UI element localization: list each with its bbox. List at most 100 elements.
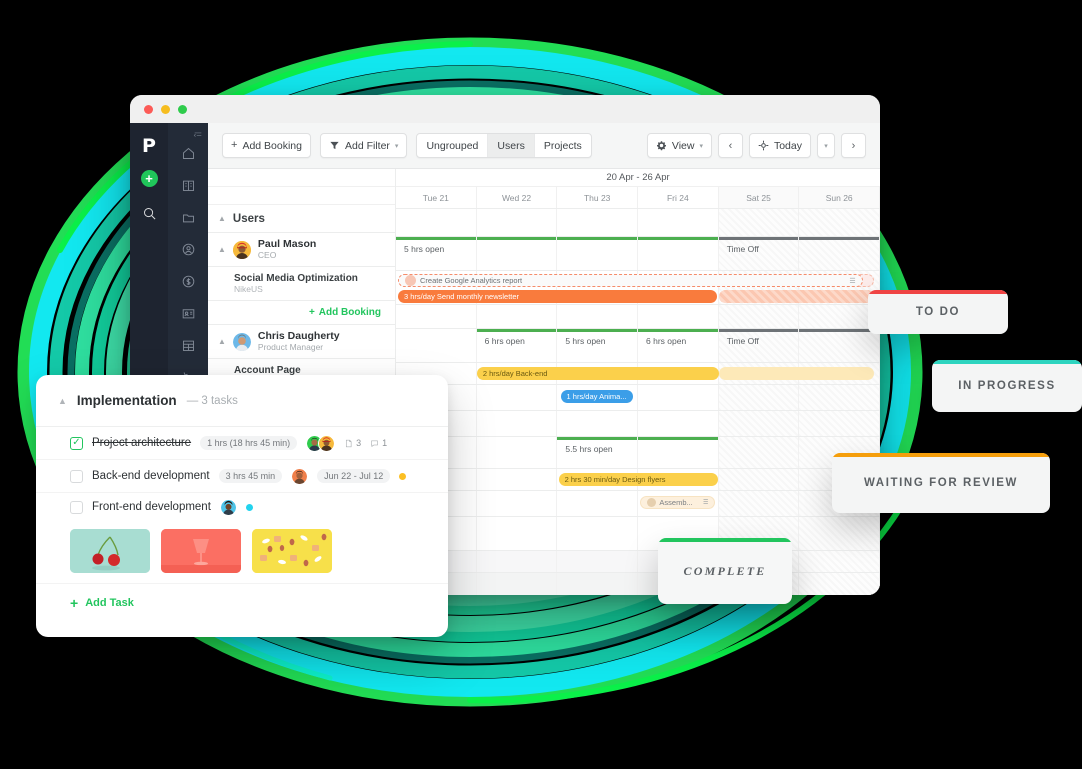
- booking-row: 2 hrs 30 min/day Design flyers: [396, 469, 880, 491]
- availability-cell[interactable]: [396, 329, 477, 362]
- maximize-button[interactable]: [178, 105, 187, 114]
- status-card-in-progress[interactable]: IN PROGRESS: [932, 360, 1082, 412]
- cherries-photo[interactable]: [70, 529, 150, 573]
- search-icon[interactable]: [136, 201, 162, 225]
- task-checkbox[interactable]: [70, 469, 83, 483]
- segment-projects[interactable]: Projects: [535, 134, 591, 157]
- availability-cell[interactable]: [638, 237, 719, 270]
- add-booking-row[interactable]: + Add Booking: [208, 301, 395, 325]
- availability-bar: [557, 237, 638, 240]
- comment-meta[interactable]: 1: [370, 438, 387, 448]
- booking-chip[interactable]: Create Google Analytics report ☰: [398, 274, 863, 287]
- filter-icon: [330, 141, 339, 150]
- task-date-range[interactable]: Jun 22 - Jul 12: [317, 469, 391, 483]
- status-card-complete[interactable]: COMPLETE: [658, 538, 792, 604]
- add-booking-inline-button[interactable]: + Add Booking: [309, 307, 381, 318]
- group-header-users[interactable]: ▲ Users: [208, 205, 395, 233]
- status-accent-bar: [658, 538, 792, 542]
- availability-cell[interactable]: [477, 437, 558, 468]
- note-icon[interactable]: ☰: [703, 499, 708, 506]
- availability-cell[interactable]: [799, 329, 880, 362]
- availability-cell[interactable]: [476, 237, 558, 270]
- grid-cell: [557, 491, 639, 516]
- task-assignees[interactable]: [219, 498, 237, 516]
- availability-bar: [557, 329, 638, 332]
- task-assignees[interactable]: [306, 434, 336, 452]
- next-period-button[interactable]: ›: [841, 133, 866, 158]
- add-booking-inline-label: Add Booking: [318, 307, 381, 318]
- segment-ungrouped[interactable]: Ungrouped: [417, 134, 489, 157]
- comment-count: 1: [382, 438, 388, 448]
- task-assignees[interactable]: [291, 467, 309, 485]
- availability-cell[interactable]: [718, 437, 800, 468]
- booking-chip[interactable]: 2 hrs 30 min/day Design flyers: [558, 473, 719, 486]
- note-icon[interactable]: ☰: [849, 277, 855, 285]
- add-task-button[interactable]: + Add Task: [36, 584, 448, 610]
- grid-cell: [638, 385, 719, 410]
- app-logo[interactable]: P: [142, 137, 156, 156]
- status-card-waiting-for-review[interactable]: WAITING FOR REVIEW: [832, 453, 1050, 513]
- add-booking-label: Add Booking: [242, 139, 302, 152]
- global-add-button[interactable]: +: [140, 170, 158, 187]
- chevron-up-icon[interactable]: ▲: [58, 396, 67, 406]
- today-dropdown-button[interactable]: ▾: [817, 133, 835, 158]
- task-checkbox[interactable]: ✓: [70, 436, 83, 450]
- previous-period-button[interactable]: ‹: [717, 133, 743, 158]
- home-icon[interactable]: [175, 141, 201, 165]
- availability-cell[interactable]: 5.5 hrs open: [557, 437, 639, 468]
- today-button[interactable]: Today: [748, 133, 811, 158]
- booking-chip[interactable]: 3 hrs/day Send monthly newsletter: [398, 290, 718, 303]
- gear-icon: [656, 141, 666, 151]
- user-circle-icon[interactable]: [175, 237, 201, 261]
- project-row[interactable]: Social Media Optimization NikeUS: [208, 267, 395, 301]
- task-row[interactable]: Front-end development: [36, 493, 448, 521]
- id-card-icon[interactable]: [175, 301, 201, 325]
- attachment-meta[interactable]: 3: [344, 438, 361, 448]
- task-checkbox[interactable]: [70, 500, 83, 514]
- booking-chip[interactable]: 2 hrs/day Back-end: [476, 367, 719, 380]
- availability-cell[interactable]: 6 hrs open: [638, 329, 719, 362]
- dollar-circle-icon[interactable]: [175, 269, 201, 293]
- booking-chip[interactable]: Assemb... ☰: [640, 496, 716, 509]
- wine-glass-photo[interactable]: [161, 529, 241, 573]
- task-row[interactable]: Back-end development 3 hrs 45 min Jun 22…: [36, 460, 448, 493]
- add-booking-button[interactable]: + Add Booking: [222, 133, 311, 158]
- availability-cell[interactable]: 5 hrs open: [557, 329, 639, 362]
- availability-cell[interactable]: Time Off: [718, 329, 800, 362]
- task-row[interactable]: ✓ Project architecture 1 hrs (18 hrs 45 …: [36, 427, 448, 460]
- availability-cell[interactable]: Time Off: [718, 237, 800, 270]
- user-row[interactable]: ▲ Paul Mason CEO: [208, 233, 395, 267]
- minimize-button[interactable]: [161, 105, 170, 114]
- add-filter-label: Add Filter: [344, 139, 390, 152]
- building-icon[interactable]: [175, 173, 201, 197]
- snacks-photo[interactable]: [252, 529, 332, 573]
- grid-cell: [638, 411, 719, 436]
- grouping-segmented-control[interactable]: Ungrouped Users Projects: [416, 133, 592, 158]
- user-row[interactable]: ▲ Chris Daugherty Product Manager: [208, 325, 395, 359]
- chevron-up-icon[interactable]: ▲: [218, 245, 226, 254]
- assignee-avatar: [647, 498, 657, 507]
- chevron-up-icon[interactable]: ▲: [218, 214, 226, 223]
- table-grid-icon[interactable]: [175, 333, 201, 357]
- availability-cell[interactable]: [638, 437, 719, 468]
- availability-cell[interactable]: [557, 237, 639, 270]
- close-button[interactable]: [144, 105, 153, 114]
- segment-users[interactable]: Users: [488, 134, 535, 157]
- availability-cell[interactable]: 6 hrs open: [476, 329, 558, 362]
- folder-icon[interactable]: [175, 205, 201, 229]
- chevron-down-icon: ▾: [699, 142, 703, 150]
- grid-cell: [557, 305, 639, 328]
- view-button[interactable]: View ▾: [646, 133, 712, 158]
- availability-cell[interactable]: 5 hrs open: [396, 237, 477, 270]
- status-card-todo[interactable]: TO DO: [868, 290, 1008, 334]
- grid-cell: [396, 305, 477, 328]
- availability-cell[interactable]: [799, 237, 880, 270]
- chevron-up-icon[interactable]: ▲: [218, 337, 226, 346]
- toolbar: + Add Booking Add Filter ▾ Ungrouped Use…: [208, 123, 880, 169]
- avatar: [232, 332, 251, 351]
- add-filter-button[interactable]: Add Filter ▾: [319, 133, 408, 158]
- window-controls[interactable]: [144, 105, 187, 114]
- task-panel-header[interactable]: ▲ Implementation — 3 tasks: [36, 375, 448, 427]
- status-accent-bar: [832, 453, 1050, 457]
- booking-chip[interactable]: 1 hrs/day Anima...: [560, 390, 634, 403]
